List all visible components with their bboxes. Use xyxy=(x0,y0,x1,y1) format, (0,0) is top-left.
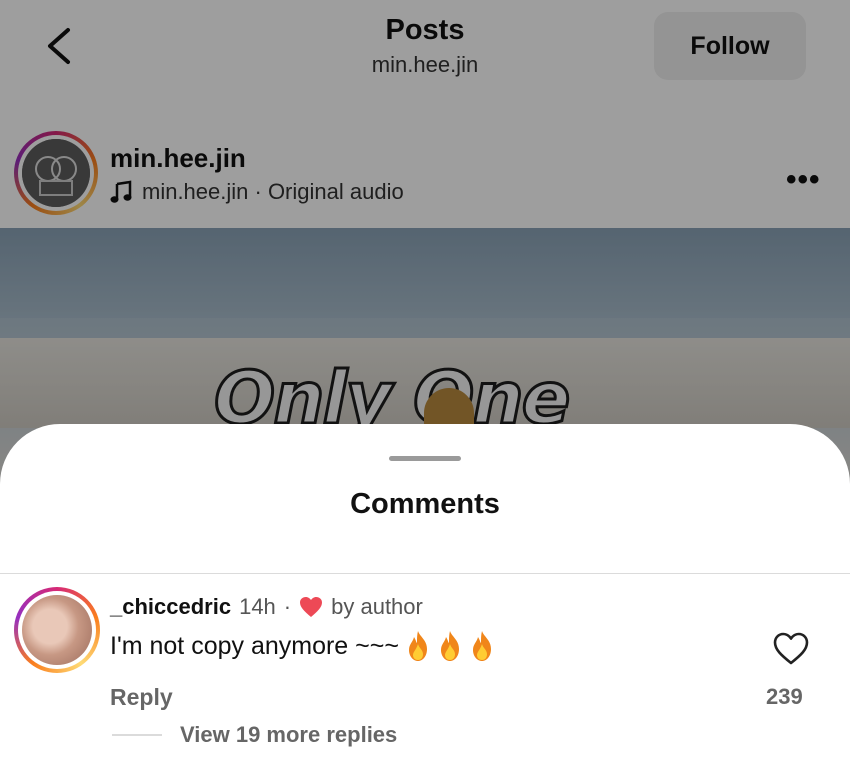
comment-item: _chiccedric 14h · by author I'm not copy… xyxy=(0,574,850,762)
commenter-avatar[interactable] xyxy=(14,587,100,673)
comment-time: 14h xyxy=(239,594,276,619)
meta-separator: · xyxy=(283,594,292,619)
fire-emoji-icon xyxy=(440,631,459,661)
view-replies-button[interactable]: View 19 more replies xyxy=(180,722,397,748)
fire-emoji-icon xyxy=(472,631,491,661)
replies-divider xyxy=(112,734,162,736)
liked-by-author: by author xyxy=(331,594,423,619)
like-count[interactable]: 239 xyxy=(766,684,803,710)
comment-body: I'm not copy anymore ~~~ xyxy=(110,631,399,660)
heart-filled-icon xyxy=(299,596,323,618)
comment-username[interactable]: _chiccedric xyxy=(110,594,231,620)
heart-outline-icon xyxy=(773,632,809,665)
comment-like-button[interactable] xyxy=(772,630,810,668)
comment-text: I'm not copy anymore ~~~ xyxy=(110,630,495,662)
comment-meta: _chiccedric 14h · by author xyxy=(110,594,423,620)
fire-emoji-icon xyxy=(408,631,427,661)
sheet-title: Comments xyxy=(350,488,500,520)
comments-sheet: Comments _chiccedric 14h · by author I'm… xyxy=(0,424,850,762)
reply-button[interactable]: Reply xyxy=(110,684,173,711)
sheet-drag-handle[interactable] xyxy=(389,456,461,461)
